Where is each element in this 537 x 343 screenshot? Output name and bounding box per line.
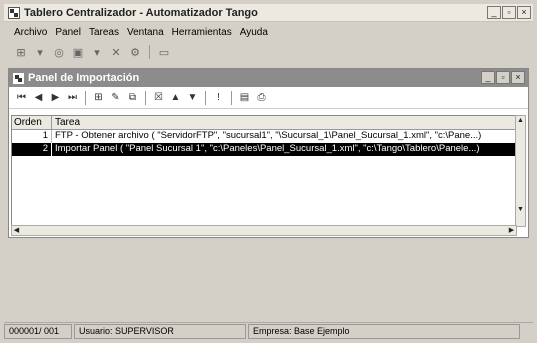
new-panel-icon[interactable]: ⊞	[14, 45, 28, 59]
close-button[interactable]: ×	[517, 6, 531, 19]
menu-ventana[interactable]: Ventana	[127, 27, 164, 38]
last-record-icon[interactable]: ⏭	[66, 91, 79, 105]
move-up-icon[interactable]: ▲	[169, 91, 182, 105]
dropdown-arrow-icon[interactable]: ▾	[33, 45, 47, 59]
child-restore-button[interactable]: ▫	[496, 71, 510, 84]
child-app-icon	[13, 72, 24, 84]
menu-panel[interactable]: Panel	[55, 27, 81, 38]
child-window-controls: _ ▫ ×	[481, 71, 525, 84]
row-tarea: FTP - Obtener archivo ( "ServidorFTP", "…	[55, 130, 482, 141]
first-record-icon[interactable]: ⏮	[15, 91, 28, 105]
main-titlebar: Tablero Centralizador - Automatizador Ta…	[4, 4, 533, 22]
status-company: Empresa: Base Ejemplo	[248, 323, 520, 339]
child-minimize-button[interactable]: _	[481, 71, 495, 84]
toolbar-separator	[205, 90, 206, 105]
window-title: Tablero Centralizador - Automatizador Ta…	[24, 6, 258, 19]
minimize-button[interactable]: _	[487, 6, 501, 19]
menu-bar: Archivo Panel Tareas Ventana Herramienta…	[4, 24, 533, 40]
preview-icon[interactable]: ▤	[238, 91, 251, 105]
toolbar-separator	[231, 90, 232, 105]
table-row[interactable]: 1 FTP - Obtener archivo ( "ServidorFTP",…	[12, 130, 516, 143]
row-orden: 1	[12, 130, 52, 143]
scroll-right-icon[interactable]: ▶	[507, 226, 516, 235]
scroll-up-icon[interactable]: ▲	[516, 116, 525, 125]
app-icon	[8, 6, 20, 19]
run-icon[interactable]: !	[212, 91, 225, 105]
grid-header: Orden Tarea	[12, 116, 516, 130]
child-close-button[interactable]: ×	[511, 71, 525, 84]
print-icon[interactable]: ⎙	[255, 91, 268, 105]
move-down-icon[interactable]: ▼	[186, 91, 199, 105]
execute-icon[interactable]: ⚙	[128, 45, 142, 59]
scroll-left-icon[interactable]: ◀	[12, 226, 21, 235]
toolbar-separator	[85, 90, 86, 105]
edit-task-icon[interactable]: ✎	[109, 91, 122, 105]
copy-task-icon[interactable]: ⧉	[126, 91, 139, 105]
main-toolbar: ⊞ ▾ ◎ ▣ ▾ ✕ ⚙ ▭	[4, 42, 533, 62]
scroll-down-icon[interactable]: ▼	[516, 205, 525, 214]
column-tarea[interactable]: Tarea	[52, 116, 516, 129]
window-controls: _ ▫ ×	[487, 6, 531, 19]
restore-button[interactable]: ▫	[502, 6, 516, 19]
child-window: Panel de Importación _ ▫ × ⏮ ◀ ▶ ⏭ ⊞ ✎ ⧉…	[8, 68, 529, 238]
toolbar-separator	[145, 90, 146, 105]
child-toolbar: ⏮ ◀ ▶ ⏭ ⊞ ✎ ⧉ ☒ ▲ ▼ ! ▤ ⎙	[9, 87, 528, 109]
row-tarea: Importar Panel ( "Panel Sucursal 1", "c:…	[55, 143, 480, 154]
row-orden: 2	[12, 143, 52, 156]
open-icon[interactable]: ◎	[52, 45, 66, 59]
prev-record-icon[interactable]: ◀	[32, 91, 45, 105]
menu-archivo[interactable]: Archivo	[14, 27, 47, 38]
tasks-grid: Orden Tarea 1 FTP - Obtener archivo ( "S…	[11, 115, 517, 227]
vertical-scrollbar[interactable]: ▲ ▼	[515, 115, 526, 227]
dropdown-arrow-icon[interactable]: ▾	[90, 45, 104, 59]
save-icon[interactable]: ▣	[71, 45, 85, 59]
next-record-icon[interactable]: ▶	[49, 91, 62, 105]
column-orden[interactable]: Orden	[12, 116, 52, 129]
status-user: Usuario: SUPERVISOR	[74, 323, 246, 339]
horizontal-scrollbar[interactable]: ◀ ▶	[11, 225, 517, 236]
menu-ayuda[interactable]: Ayuda	[240, 27, 268, 38]
menu-herramientas[interactable]: Herramientas	[172, 27, 232, 38]
status-bar: 000001/ 001 Usuario: SUPERVISOR Empresa:…	[4, 322, 533, 339]
add-task-icon[interactable]: ⊞	[92, 91, 105, 105]
toolbar-separator	[149, 45, 150, 59]
table-row-selected[interactable]: 2 Importar Panel ( "Panel Sucursal 1", "…	[12, 143, 516, 156]
mdi-workspace	[4, 238, 533, 320]
window-layout-icon[interactable]: ▭	[157, 45, 171, 59]
delete-task-icon[interactable]: ☒	[152, 91, 165, 105]
delete-icon[interactable]: ✕	[109, 45, 123, 59]
child-title: Panel de Importación	[28, 72, 140, 84]
child-titlebar: Panel de Importación _ ▫ ×	[9, 69, 528, 87]
menu-tareas[interactable]: Tareas	[89, 27, 119, 38]
status-record: 000001/ 001	[4, 323, 72, 339]
